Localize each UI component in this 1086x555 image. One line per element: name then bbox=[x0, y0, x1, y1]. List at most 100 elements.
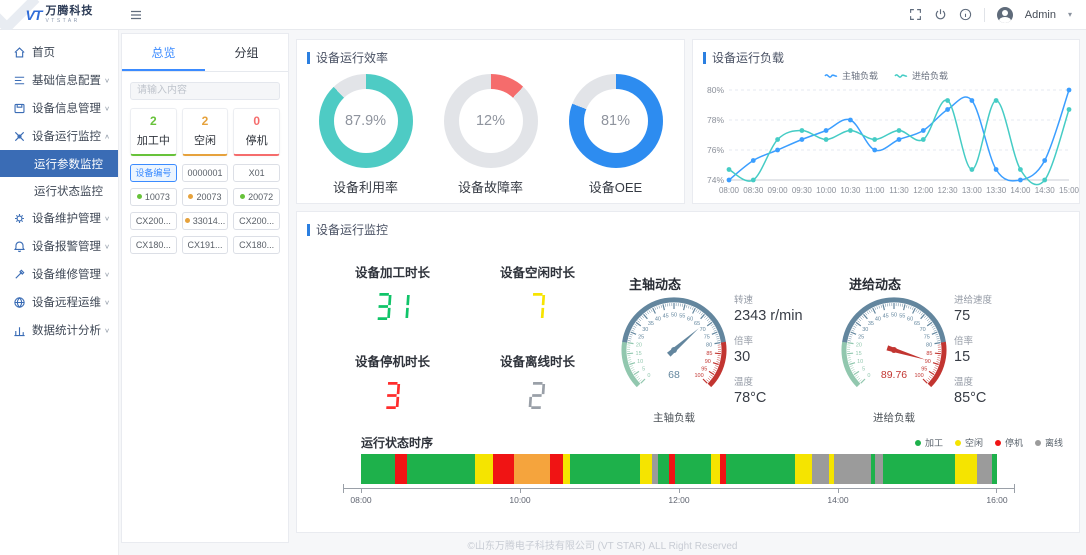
svg-text:70: 70 bbox=[920, 327, 926, 333]
status-card[interactable]: 2加工中 bbox=[130, 108, 177, 156]
svg-text:95: 95 bbox=[701, 367, 707, 373]
metric-label: 倍率 bbox=[734, 333, 844, 347]
donut-charts: 87.9%设备利用率12%设备故障率81%设备OEE bbox=[297, 66, 684, 196]
info-icon[interactable] bbox=[959, 8, 972, 21]
svg-text:30: 30 bbox=[642, 327, 648, 333]
device-chip[interactable]: 10073 bbox=[130, 188, 177, 206]
sidebar-item[interactable]: 设备运行监控∧ bbox=[0, 122, 118, 150]
sidebar-item-label: 设备维护管理 bbox=[32, 210, 104, 226]
device-chip[interactable]: CX180... bbox=[233, 236, 280, 254]
timeline-title: 运行状态时序 bbox=[361, 434, 433, 451]
device-chip[interactable]: 20072 bbox=[233, 188, 280, 206]
axis-tick bbox=[838, 488, 839, 493]
device-chip[interactable]: 设备编号 bbox=[130, 164, 177, 182]
timeline-segment bbox=[883, 454, 956, 484]
device-chip[interactable]: X01 bbox=[233, 164, 280, 182]
svg-text:85: 85 bbox=[926, 351, 932, 357]
device-chip[interactable]: CX200... bbox=[233, 212, 280, 230]
status-card[interactable]: 2空闲 bbox=[182, 108, 229, 156]
metric-label: 温度 bbox=[734, 374, 844, 388]
svg-text:09:30: 09:30 bbox=[792, 186, 813, 195]
duration-stat: 设备停机时长 bbox=[325, 351, 460, 414]
remote-icon bbox=[13, 296, 26, 309]
timeline-legend-item[interactable]: 空闲 bbox=[955, 436, 983, 449]
svg-text:09:00: 09:00 bbox=[768, 186, 789, 195]
legend-item[interactable]: 进给负载 bbox=[894, 69, 948, 82]
device-status-dot bbox=[240, 194, 245, 199]
device-status-dot bbox=[188, 194, 193, 199]
donut-value: 12% bbox=[476, 113, 505, 129]
timeline-legend-item[interactable]: 加工 bbox=[915, 436, 943, 449]
sidebar-subitem[interactable]: 运行状态监控 bbox=[0, 177, 118, 204]
device-chip[interactable]: CX180... bbox=[130, 236, 177, 254]
status-count: 0 bbox=[234, 114, 279, 128]
chevron-down-icon: ∨ bbox=[104, 270, 110, 277]
gauge-metric: 倍率30 bbox=[734, 333, 844, 365]
svg-text:15:00: 15:00 bbox=[1059, 186, 1079, 195]
power-icon[interactable] bbox=[934, 8, 947, 21]
sidebar-item-label: 设备维修管理 bbox=[32, 266, 104, 282]
device-chip[interactable]: CX200... bbox=[130, 212, 177, 230]
sidebar-item[interactable]: 设备远程运维∨ bbox=[0, 288, 118, 316]
svg-text:11:00: 11:00 bbox=[865, 186, 885, 195]
efficiency-panel: 设备运行效率 87.9%设备利用率12%设备故障率81%设备OEE bbox=[296, 39, 685, 204]
svg-text:65: 65 bbox=[914, 321, 920, 327]
app-logo: VT 万腾科技 VTSTAR bbox=[0, 0, 119, 30]
duration-value bbox=[470, 382, 605, 414]
logo-title: 万腾科技 bbox=[45, 6, 93, 17]
svg-text:35: 35 bbox=[648, 321, 654, 327]
device-list-panel: 总览分组 2加工中2空闲0停机 设备编号 0000001X01 10073 20073… bbox=[121, 33, 289, 543]
sidebar-item-label: 设备报警管理 bbox=[32, 238, 104, 254]
footer-copyright: ©山东万腾电子科技有限公司 (VT STAR) ALL Right Reserv… bbox=[119, 537, 1086, 552]
svg-text:100: 100 bbox=[695, 373, 704, 379]
timeline-segment bbox=[514, 454, 551, 484]
status-card[interactable]: 0停机 bbox=[233, 108, 280, 156]
device-chip[interactable]: CX191... bbox=[182, 236, 229, 254]
chevron-down-icon: ∨ bbox=[104, 242, 110, 249]
fullscreen-icon[interactable] bbox=[909, 8, 922, 21]
chevron-down-icon[interactable]: ▾ bbox=[1068, 10, 1072, 19]
sidebar-item[interactable]: 设备信息管理∨ bbox=[0, 94, 118, 122]
sidebar-item[interactable]: 基础信息配置∨ bbox=[0, 66, 118, 94]
panel-title-text: 设备运行负载 bbox=[712, 49, 784, 66]
axis-label: 14:00 bbox=[827, 495, 848, 505]
timeline-segment bbox=[395, 454, 408, 484]
sidebar-item[interactable]: 首页 bbox=[0, 38, 118, 66]
svg-text:80: 80 bbox=[926, 342, 932, 348]
svg-text:100: 100 bbox=[915, 373, 924, 379]
svg-text:30: 30 bbox=[862, 327, 868, 333]
sidebar-item[interactable]: 设备报警管理∨ bbox=[0, 232, 118, 260]
device-chip[interactable]: 20073 bbox=[182, 188, 229, 206]
title-bar-decoration bbox=[307, 52, 310, 64]
tab-分组[interactable]: 分组 bbox=[205, 34, 288, 71]
tab-总览[interactable]: 总览 bbox=[122, 34, 205, 71]
sidebar-item[interactable]: 数据统计分析∨ bbox=[0, 316, 118, 344]
metric-value: 85°C bbox=[954, 390, 1064, 406]
timeline-legend-item[interactable]: 停机 bbox=[995, 436, 1023, 449]
donut-label: 设备故障率 bbox=[458, 177, 523, 196]
sidebar-item[interactable]: 设备维修管理∨ bbox=[0, 260, 118, 288]
collapse-menu-icon[interactable] bbox=[129, 8, 143, 22]
panel-title: 设备运行监控 bbox=[297, 212, 1079, 238]
sidebar-item-label: 设备运行监控 bbox=[32, 128, 104, 144]
svg-text:65: 65 bbox=[694, 321, 700, 327]
svg-text:12:30: 12:30 bbox=[938, 186, 959, 195]
metric-value: 78°C bbox=[734, 390, 844, 406]
svg-text:5: 5 bbox=[862, 367, 865, 373]
avatar[interactable] bbox=[997, 7, 1013, 23]
timeline-legend-item[interactable]: 离线 bbox=[1035, 436, 1063, 449]
feed-gauge: 0510152025303540455055606570758085909510… bbox=[834, 288, 954, 417]
sidebar-subitem[interactable]: 运行参数监控 bbox=[0, 150, 118, 177]
device-chip[interactable]: 0000001 bbox=[182, 164, 229, 182]
user-name[interactable]: Admin bbox=[1025, 9, 1056, 21]
sidebar-item[interactable]: 设备维护管理∨ bbox=[0, 204, 118, 232]
panel-title-text: 设备运行监控 bbox=[316, 221, 388, 238]
device-chip-label: CX200... bbox=[136, 216, 171, 226]
load-panel: 设备运行负载 主轴负载进给负载 80%78%76%74%08:0008:3009… bbox=[692, 39, 1080, 204]
legend-item[interactable]: 主轴负载 bbox=[824, 69, 878, 82]
search-input[interactable] bbox=[130, 82, 280, 100]
duration-stats: 设备加工时长设备空闲时长设备停机时长设备离线时长 bbox=[325, 262, 605, 414]
device-chip[interactable]: 33014... bbox=[182, 212, 229, 230]
svg-text:15: 15 bbox=[636, 351, 642, 357]
config-icon bbox=[13, 74, 26, 87]
